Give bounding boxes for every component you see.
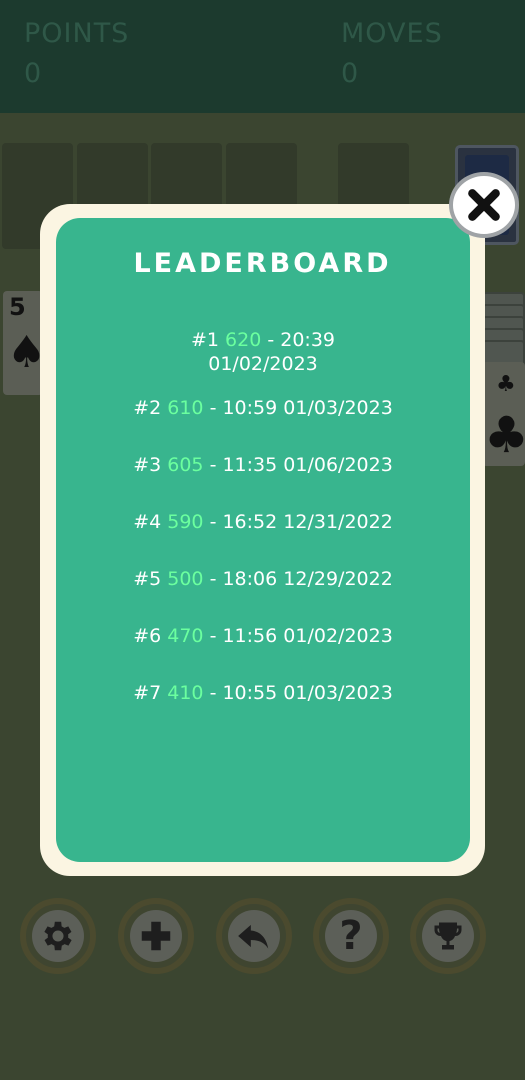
entry-separator: - [209, 625, 217, 647]
entry-rank: #2 [133, 397, 162, 419]
entry-score: 590 [167, 511, 204, 533]
entry-time: 16:52 [222, 511, 278, 533]
entry-score: 620 [225, 329, 262, 351]
moves-label: MOVES [341, 18, 443, 49]
trophy-icon [422, 910, 474, 962]
entry-rank: #1 [190, 329, 219, 351]
entry-rank: #4 [133, 511, 162, 533]
help-icon: ? [325, 910, 377, 962]
leaderboard-entry: #6 470 - 11:56 01/02/2023 [56, 624, 470, 648]
leaderboard-entry: #7 410 - 10:55 01/03/2023 [56, 681, 470, 705]
card-rank: 5 [9, 293, 26, 321]
club-icon: ♣ [496, 372, 516, 397]
leaderboard-button[interactable] [410, 898, 486, 974]
leaderboard-entry: #1 620 - 20:39 01/02/2023 [56, 328, 470, 376]
gear-icon [32, 910, 84, 962]
entry-date: 01/02/2023 [283, 625, 393, 647]
undo-button[interactable] [216, 898, 292, 974]
entry-rank: #7 [133, 682, 162, 704]
entry-date: 12/29/2022 [283, 568, 393, 590]
entry-separator: - [267, 329, 275, 351]
entry-date: 01/06/2023 [283, 454, 393, 476]
points-label: POINTS [24, 18, 130, 49]
undo-icon [228, 910, 280, 962]
entry-date: 01/03/2023 [283, 397, 393, 419]
leaderboard-entry: #2 610 - 10:59 01/03/2023 [56, 396, 470, 420]
entry-time: 10:55 [222, 682, 278, 704]
leaderboard-entry: #4 590 - 16:52 12/31/2022 [56, 510, 470, 534]
entry-time: 11:35 [222, 454, 278, 476]
club-icon: ♣ [484, 406, 525, 464]
tableau-pile[interactable]: ♣ ♣ [482, 292, 525, 472]
entry-score: 470 [167, 625, 204, 647]
entry-score: 410 [167, 682, 204, 704]
entry-separator: - [209, 568, 217, 590]
entry-time: 20:39 [280, 329, 336, 351]
plus-icon [130, 910, 182, 962]
entry-rank: #6 [133, 625, 162, 647]
entry-time: 18:06 [222, 568, 278, 590]
close-button[interactable] [449, 172, 519, 238]
dialog-title: LEADERBOARD [133, 248, 392, 279]
leaderboard-entry: #5 500 - 18:06 12/29/2022 [56, 567, 470, 591]
leaderboard-entry: #3 605 - 11:35 01/06/2023 [56, 453, 470, 477]
entry-time: 10:59 [222, 397, 278, 419]
entry-rank: #3 [133, 454, 162, 476]
entry-score: 500 [167, 568, 204, 590]
entry-score: 610 [167, 397, 204, 419]
entry-rank: #5 [133, 568, 162, 590]
entry-separator: - [209, 454, 217, 476]
entry-separator: - [209, 511, 217, 533]
entry-date: 12/31/2022 [283, 511, 393, 533]
moves-value: 0 [341, 58, 359, 89]
points-value: 0 [24, 58, 42, 89]
tableau-card[interactable]: 5 ♠ [3, 291, 46, 395]
score-header: POINTS 0 MOVES 0 [0, 0, 525, 113]
entry-separator: - [209, 397, 217, 419]
help-button[interactable]: ? [313, 898, 389, 974]
entry-date: 01/02/2023 [208, 353, 318, 375]
leaderboard-dialog [56, 218, 470, 862]
new-game-button[interactable] [118, 898, 194, 974]
entry-date: 01/03/2023 [283, 682, 393, 704]
entry-score: 605 [167, 454, 204, 476]
entry-time: 11:56 [222, 625, 278, 647]
entry-separator: - [209, 682, 217, 704]
settings-button[interactable] [20, 898, 96, 974]
tableau-card[interactable]: ♣ ♣ [482, 362, 525, 466]
close-icon [468, 189, 500, 221]
